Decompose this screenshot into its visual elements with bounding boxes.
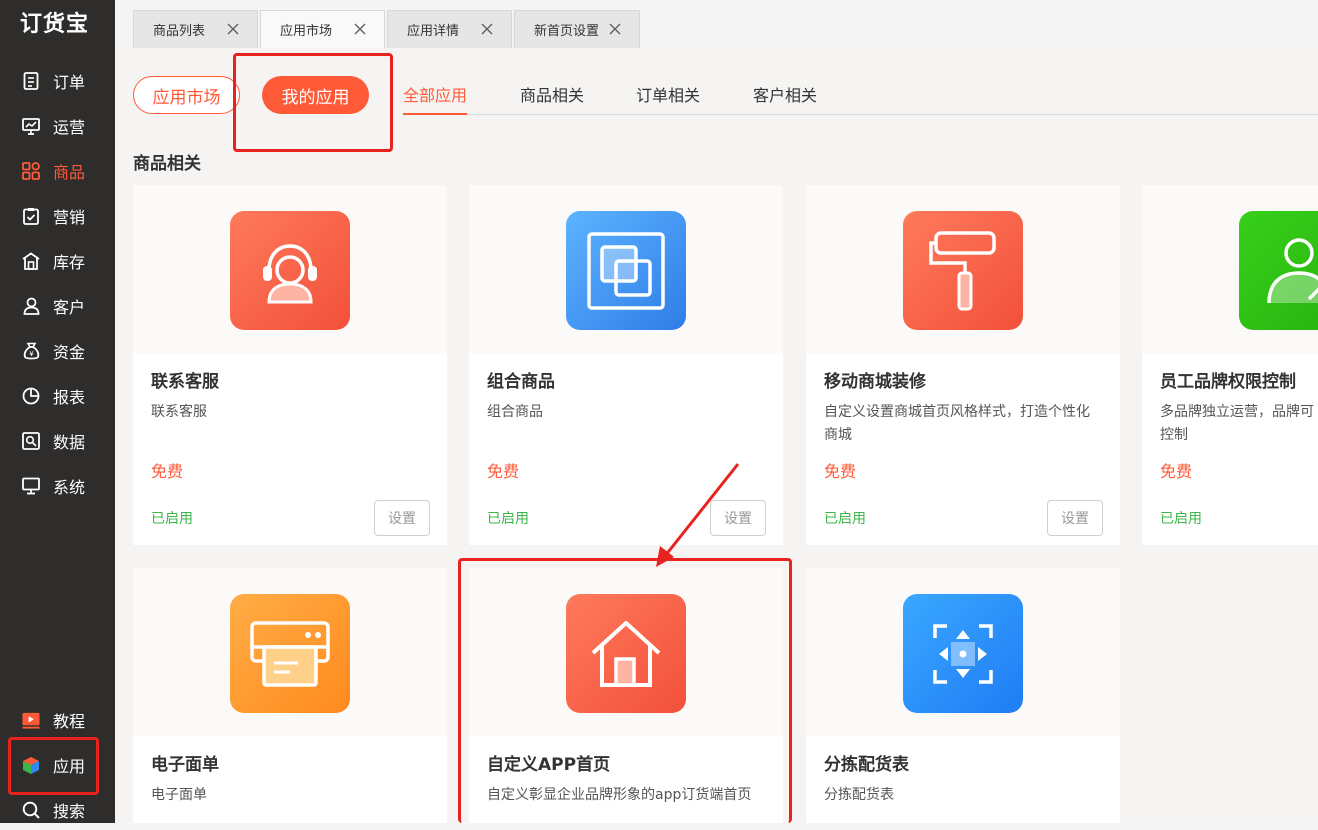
sidebar-item-label: 营销: [53, 208, 86, 227]
app-price: 免费: [151, 462, 184, 481]
app-description: 多品牌独立运营，品牌可控制: [1160, 404, 1314, 443]
warehouse-icon: [22, 252, 40, 270]
sidebar-item-label: 订单: [53, 73, 86, 92]
sidebar-item-label: 数据: [53, 433, 86, 452]
app-description: 自定义设置商城首页风格样式，打造个性化商城: [824, 404, 1090, 443]
app-price: 免费: [1160, 462, 1193, 481]
sidebar-item-label: 教程: [53, 712, 86, 731]
app-market-button[interactable]: 应用市场: [133, 76, 240, 114]
main-content: 应用市场 我的应用 全部应用 商品相关 订单相关 客户相关 商品相关 联系客服 …: [115, 48, 1318, 823]
app-status: 已启用: [1160, 511, 1202, 527]
sidebar-item-customers[interactable]: 客户: [0, 286, 115, 326]
tab-new-homepage-settings[interactable]: 新首页设置: [514, 10, 640, 48]
app-description: 电子面单: [151, 787, 207, 803]
app-status: 已启用: [824, 511, 866, 527]
sidebar-item-inventory[interactable]: 库存: [0, 241, 115, 281]
sidebar-item-label: 搜索: [53, 802, 86, 821]
sidebar-item-marketing[interactable]: 营销: [0, 196, 115, 236]
section-title: 商品相关: [133, 154, 201, 174]
app-description: 组合商品: [487, 404, 543, 420]
sidebar-item-orders[interactable]: 订单: [0, 61, 115, 101]
svg-text:¥: ¥: [29, 350, 34, 358]
sidebar-item-search[interactable]: 搜索: [0, 790, 115, 830]
app-card-e-waybill[interactable]: 电子面单 电子面单: [133, 568, 447, 823]
user-permission-icon: [1239, 211, 1318, 330]
sidebar-item-system[interactable]: 系统: [0, 466, 115, 506]
app-card-brand-permission[interactable]: 员工品牌权限控制 多品牌独立运营，品牌可控制 免费 已启用: [1142, 185, 1318, 545]
app-logo: 订货宝: [20, 12, 90, 37]
user-icon: [22, 297, 40, 315]
data-search-icon: [22, 432, 40, 450]
close-icon[interactable]: [479, 21, 495, 37]
sidebar-item-funds[interactable]: ¥ 资金: [0, 331, 115, 371]
sidebar-item-reports[interactable]: 报表: [0, 376, 115, 416]
category-tabs: 全部应用 商品相关 订单相关 客户相关: [403, 76, 1318, 115]
sidebar-item-products[interactable]: 商品: [0, 151, 115, 191]
money-bag-icon: ¥: [22, 342, 40, 360]
app-name: 员工品牌权限控制: [1160, 372, 1296, 392]
highlight-box-my-apps: [233, 53, 393, 152]
settings-button[interactable]: 设置: [1047, 500, 1103, 536]
app-status: 已启用: [151, 511, 193, 527]
app-name: 移动商城装修: [824, 372, 926, 392]
sidebar-item-tutorial[interactable]: 教程: [0, 700, 115, 740]
tab-app-market[interactable]: 应用市场: [260, 10, 385, 48]
settings-button[interactable]: 设置: [374, 500, 430, 536]
tab-product-list[interactable]: 商品列表: [133, 10, 258, 48]
sidebar-item-label: 运营: [53, 118, 86, 137]
video-play-icon: [22, 711, 40, 729]
app-name: 电子面单: [151, 755, 219, 775]
sidebar-item-operations[interactable]: 运营: [0, 106, 115, 146]
close-icon[interactable]: [352, 21, 368, 37]
tab-label: 商品列表: [153, 24, 206, 39]
highlight-box-custom-app: [458, 558, 792, 823]
search-icon: [22, 801, 40, 819]
tab-label: 应用市场: [280, 24, 333, 39]
clipboard-check-icon: [22, 207, 40, 225]
customer-service-icon: [230, 211, 350, 330]
app-card-mall-decoration[interactable]: 移动商城装修 自定义设置商城首页风格样式，打造个性化商城 免费 已启用 设置: [806, 185, 1120, 545]
sidebar-item-label: 资金: [53, 343, 86, 362]
paint-roller-icon: [903, 211, 1023, 330]
monitor-icon: [22, 477, 40, 495]
chart-board-icon: [22, 117, 40, 135]
printer-icon: [230, 594, 350, 713]
app-description: 联系客服: [151, 404, 207, 420]
app-card-sorting-sheet[interactable]: 分拣配货表 分拣配货表: [806, 568, 1120, 823]
highlight-box-apps: [8, 737, 99, 795]
tab-label: 新首页设置: [534, 24, 600, 39]
sidebar-item-label: 库存: [53, 253, 86, 272]
sidebar-item-label: 系统: [53, 478, 86, 497]
sidebar-item-label: 客户: [53, 298, 86, 317]
app-name: 联系客服: [151, 372, 219, 392]
sidebar-item-label: 报表: [53, 388, 86, 407]
app-price: 免费: [487, 462, 520, 481]
sidebar-item-label: 商品: [53, 163, 86, 182]
grid-squares-icon: [22, 162, 40, 180]
combine-squares-icon: [566, 211, 686, 330]
close-icon[interactable]: [225, 21, 241, 37]
tab-customer-related[interactable]: 客户相关: [753, 82, 817, 113]
tab-bar: 商品列表 应用市场 应用详情 新首页设置: [115, 0, 1318, 48]
pie-chart-icon: [22, 387, 40, 405]
order-doc-icon: [22, 72, 40, 90]
tab-label: 应用详情: [407, 24, 460, 39]
sidebar: 订货宝 订单 运营 商品 营销 库存 客户 ¥ 资金 报表 数据 系统 教程 应…: [0, 0, 115, 823]
tab-all-apps[interactable]: 全部应用: [403, 82, 468, 115]
app-card-customer-service[interactable]: 联系客服 联系客服 免费 已启用 设置: [133, 185, 447, 545]
app-price: 免费: [824, 462, 857, 481]
app-status: 已启用: [487, 511, 529, 527]
tab-app-details[interactable]: 应用详情: [387, 10, 512, 48]
tab-order-related[interactable]: 订单相关: [636, 82, 700, 113]
close-icon[interactable]: [607, 21, 623, 37]
app-name: 组合商品: [487, 372, 555, 392]
app-description: 分拣配货表: [824, 787, 894, 803]
app-name: 分拣配货表: [824, 755, 909, 775]
sidebar-item-data[interactable]: 数据: [0, 421, 115, 461]
tab-product-related[interactable]: 商品相关: [520, 82, 584, 113]
annotation-arrow: [656, 463, 740, 567]
sort-arrows-icon: [903, 594, 1023, 713]
